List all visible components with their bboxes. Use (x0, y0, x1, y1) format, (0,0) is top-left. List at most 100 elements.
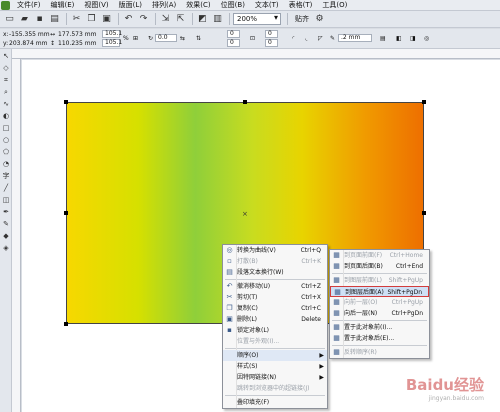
import-icon[interactable]: ⇲ (159, 13, 172, 26)
corner-scallop-icon[interactable]: ◟ (305, 35, 307, 42)
wrap-text-icon[interactable]: ▤ (380, 35, 386, 42)
fill-tool-icon[interactable]: ◆ (1, 231, 11, 241)
options-icon[interactable]: ⚙ (313, 13, 326, 26)
menu-item-order[interactable]: 顺序(O) ▶ (223, 350, 327, 361)
menu-item-wrap-paragraph-text[interactable]: ▤ 段落文本换行(W) (223, 267, 327, 278)
copy-icon[interactable]: ❐ (85, 13, 98, 26)
submenu-item-reverse-order[interactable]: ▦ 反转顺序(R) (330, 347, 429, 358)
print-icon[interactable]: ▤ (48, 13, 61, 26)
menu-edit[interactable]: 编辑(E) (46, 0, 80, 11)
submenu-item-forward-one[interactable]: ▦ 向前一层(O) Ctrl+PgUp (330, 297, 429, 308)
application-launcher-icon[interactable]: ◩ (196, 13, 209, 26)
submenu-item-to-layer-front[interactable]: ▦ 到图层前面(L) Shift+PgUp (330, 275, 429, 286)
mirror-horizontal-icon[interactable]: ⇆ (180, 35, 185, 42)
menu-tools[interactable]: 工具(O) (317, 0, 352, 11)
menu-item-overprint-fill[interactable]: 叠印填充(F) (223, 397, 327, 408)
corner-radius-bottom-right[interactable]: 0 (265, 39, 278, 47)
eyedropper-tool-icon[interactable]: ✒ (1, 207, 11, 217)
menu-view[interactable]: 视图(V) (79, 0, 113, 11)
outline-tool-icon[interactable]: ✎ (1, 219, 11, 229)
basic-shapes-icon[interactable]: ◔ (1, 159, 11, 169)
menu-arrange[interactable]: 排列(A) (147, 0, 181, 11)
menu-table[interactable]: 表格(T) (284, 0, 318, 11)
submenu-item-to-layer-back[interactable]: ▦ 到图层后面(A) Shift+PgDn (330, 286, 429, 297)
pick-tool-icon[interactable]: ↖ (1, 51, 11, 61)
selection-handle[interactable] (64, 322, 68, 326)
corner-chamfer-icon[interactable]: ◸ (318, 35, 323, 42)
submenu-item-backward-one[interactable]: ▦ 向后一层(N) Ctrl+PgDn (330, 308, 429, 319)
crop-tool-icon[interactable]: ⌗ (1, 75, 11, 85)
polygon-tool-icon[interactable]: ⬠ (1, 147, 11, 157)
selection-handle[interactable] (422, 211, 426, 215)
menu-item-undo-move[interactable]: ↶ 撤消移动(U) Ctrl+Z (223, 281, 327, 292)
menu-item-styles[interactable]: 样式(S) ▶ (223, 361, 327, 372)
rectangle-tool-icon[interactable]: □ (1, 123, 11, 133)
menu-item-internet-link[interactable]: 因特网链接(N) ▶ (223, 372, 327, 383)
submenu-item-to-page-front[interactable]: ▦ 到页面前面(F) Ctrl+Home (330, 250, 429, 261)
to-front-icon[interactable]: ◧ (396, 35, 402, 42)
x-position-field[interactable]: -155.355 mm (9, 31, 50, 38)
lock-ratio-icon[interactable]: ⊞ (133, 35, 138, 42)
submenu-item-in-front-of[interactable]: ▦ 置于此对象前(I)... (330, 322, 429, 333)
open-folder-icon[interactable]: ▰ (18, 13, 31, 26)
convert-to-curves-icon[interactable]: ◎ (424, 35, 429, 42)
smart-fill-icon[interactable]: ◐ (1, 111, 11, 121)
interactive-fill-icon[interactable]: ◈ (1, 243, 11, 253)
corner-radius-bottom-left[interactable]: 0 (227, 39, 240, 47)
to-back-icon[interactable]: ◨ (410, 35, 416, 42)
menu-item-copy[interactable]: ❐ 复制(C) Ctrl+C (223, 303, 327, 314)
selection-handle[interactable] (243, 100, 247, 104)
selection-handle[interactable] (422, 100, 426, 104)
undo-icon[interactable]: ↶ (122, 13, 135, 26)
zoom-tool-icon[interactable]: ⌕ (1, 87, 11, 97)
menu-item-lock-object[interactable]: ▪ 锁定对象(L) (223, 325, 327, 336)
welcome-screen-icon[interactable]: ▥ (211, 13, 224, 26)
x-label: x: (3, 31, 9, 38)
toolbar-separator (66, 13, 67, 25)
vertical-ruler[interactable] (12, 59, 21, 412)
export-icon[interactable]: ⇱ (174, 13, 187, 26)
submenu-item-behind[interactable]: ▦ 置于此对象后(E)... (330, 333, 429, 344)
menu-item-delete[interactable]: ▣ 删除(L) Delete (223, 314, 327, 325)
mirror-vertical-icon[interactable]: ⇅ (196, 35, 201, 42)
menu-layout[interactable]: 版面(L) (114, 0, 147, 11)
rotation-angle-field[interactable]: 0.0 (155, 34, 177, 42)
corner-radius-top-left[interactable]: 0 (227, 30, 240, 38)
menu-item-position-appearance[interactable]: 位置与外观(I)... (223, 336, 327, 347)
corner-lock-icon[interactable]: ⊡ (250, 35, 255, 42)
ellipse-tool-icon[interactable]: ○ (1, 135, 11, 145)
redo-icon[interactable]: ↷ (137, 13, 150, 26)
save-icon[interactable]: ▪ (33, 13, 46, 26)
menu-text[interactable]: 文本(T) (250, 0, 284, 11)
paste-icon[interactable]: ▣ (100, 13, 113, 26)
zoom-level-select[interactable]: 200% (233, 13, 281, 25)
connector-tool-icon[interactable]: ╱ (1, 183, 11, 193)
corner-round-icon[interactable]: ◜ (292, 35, 294, 42)
blend-tool-icon[interactable]: ◫ (1, 195, 11, 205)
scale-width-field[interactable]: 105.1 (102, 30, 122, 38)
freehand-tool-icon[interactable]: ∿ (1, 99, 11, 109)
selection-handle[interactable] (64, 100, 68, 104)
cut-icon[interactable]: ✂ (70, 13, 83, 26)
width-field[interactable]: 177.573 mm (58, 31, 96, 38)
menu-item-convert-to-curves[interactable]: ◎ 转换为曲线(V) Ctrl+Q (223, 245, 327, 256)
text-tool-icon[interactable]: 字 (1, 171, 11, 181)
menu-item-jump-to-hyperlink[interactable]: 跳转到浏览器中的超链接(J) (223, 383, 327, 394)
snap-to-dropdown[interactable]: 贴齐 (291, 13, 313, 25)
rotation-icon: ↻ (148, 35, 154, 42)
menu-effects[interactable]: 效果(C) (181, 0, 215, 11)
horizontal-ruler[interactable] (12, 49, 500, 59)
menu-item-break-apart[interactable]: ▫ 打散(B) Ctrl+K (223, 256, 327, 267)
outline-width-select[interactable]: .2 mm (338, 34, 372, 42)
new-file-icon[interactable]: ▭ (3, 13, 16, 26)
scale-height-field[interactable]: 105.1 (102, 39, 122, 47)
corner-radius-top-right[interactable]: 0 (265, 30, 278, 38)
submenu-item-to-page-back[interactable]: ▦ 到页面后面(B) Ctrl+End (330, 261, 429, 272)
shape-tool-icon[interactable]: ◇ (1, 63, 11, 73)
y-position-field[interactable]: 203.874 mm (9, 40, 47, 47)
height-field[interactable]: 110.235 mm (58, 40, 96, 47)
menu-bitmaps[interactable]: 位图(B) (216, 0, 250, 11)
menu-item-cut[interactable]: ✂ 剪切(T) Ctrl+X (223, 292, 327, 303)
selection-handle[interactable] (64, 211, 68, 215)
menu-file[interactable]: 文件(F) (12, 0, 46, 11)
